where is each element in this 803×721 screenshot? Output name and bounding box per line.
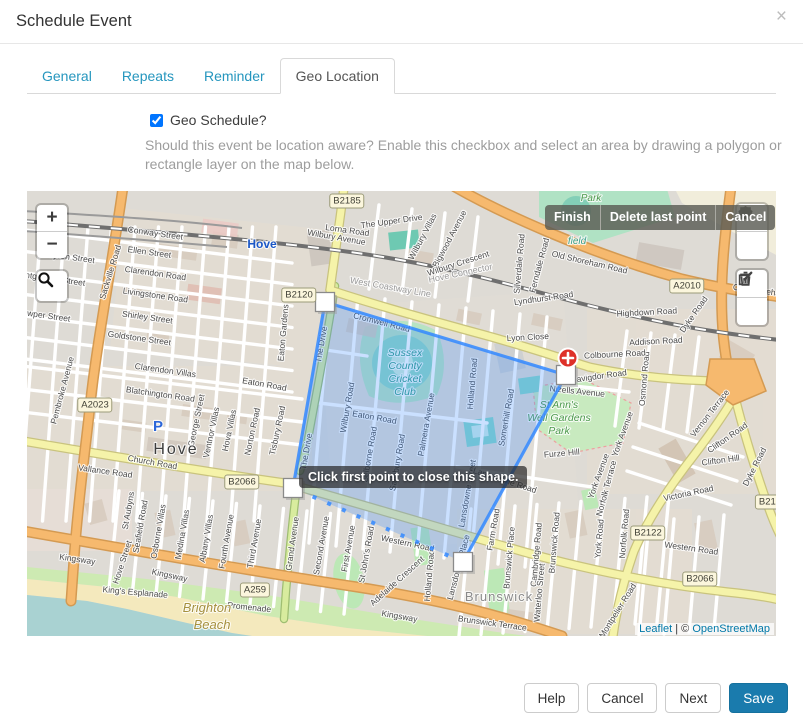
map[interactable]: Conway StreetEllen StreetClarendon RoadL… xyxy=(27,191,776,636)
geo-schedule-checkbox[interactable] xyxy=(150,114,163,127)
map-label: Hove xyxy=(153,441,198,458)
geo-description: Should this event be location aware? Ena… xyxy=(145,136,793,174)
map-canvas[interactable]: Conway StreetEllen StreetClarendon RoadL… xyxy=(27,191,776,636)
search-control xyxy=(37,271,67,301)
help-button[interactable]: Help xyxy=(524,683,580,713)
edit-toolbar xyxy=(737,270,767,325)
road-ref-badge: A2023 xyxy=(77,398,112,413)
vertex-handle[interactable] xyxy=(557,366,579,388)
road-ref-badge: B2066 xyxy=(224,475,259,490)
road-ref-badge: B2122 xyxy=(630,526,665,541)
road-ref-badge: A259 xyxy=(240,583,270,598)
zoom-in-button[interactable]: + xyxy=(37,205,67,231)
action-finish[interactable]: Finish xyxy=(545,205,600,230)
road-ref-badge: B212 xyxy=(755,495,776,510)
tab-reminder[interactable]: Reminder xyxy=(189,59,280,93)
modal-footer: HelpCancel Next Save xyxy=(524,683,788,713)
vertex-handle[interactable] xyxy=(316,293,338,315)
leaflet-link[interactable]: Leaflet xyxy=(639,623,672,635)
draw-tooltip: Click first point to close this shape. xyxy=(299,466,527,488)
map-label: Brunswick xyxy=(465,589,533,604)
tab-repeats[interactable]: Repeats xyxy=(107,59,189,93)
map-label: Beach xyxy=(194,617,231,632)
map-label: P xyxy=(153,418,163,435)
tab-bar: GeneralRepeatsReminderGeo Location xyxy=(27,58,776,94)
search-icon[interactable] xyxy=(37,271,67,301)
zoom-out-button[interactable]: − xyxy=(37,231,67,258)
zoom-control: + − xyxy=(37,205,67,258)
next-button[interactable]: Next xyxy=(665,683,721,713)
save-button[interactable]: Save xyxy=(729,683,788,713)
cancel-button[interactable]: Cancel xyxy=(587,683,657,713)
vertex-handle[interactable] xyxy=(454,553,476,575)
tab-geo-location[interactable]: Geo Location xyxy=(280,58,395,94)
road-ref-badge: B2066 xyxy=(682,572,717,587)
road-ref-badge: A2010 xyxy=(669,279,704,294)
draw-actions-bar: FinishDelete last pointCancel xyxy=(545,205,775,230)
delete-layers-icon[interactable] xyxy=(737,297,767,325)
map-label: field xyxy=(568,236,587,247)
page-title: Schedule Event xyxy=(0,0,803,31)
map-label: Brighton xyxy=(183,600,231,615)
geo-form: Geo Schedule? Should this event be locat… xyxy=(145,112,803,174)
modal-header: Schedule Event × xyxy=(0,0,803,44)
close-icon[interactable]: × xyxy=(776,7,787,26)
road-ref-badge: B2185 xyxy=(329,194,364,209)
map-label: Park xyxy=(581,193,603,204)
action-cancel[interactable]: Cancel xyxy=(715,205,775,230)
schedule-event-modal: { "modal": { "title": "Schedule Event", … xyxy=(0,0,803,721)
action-delete-last-point[interactable]: Delete last point xyxy=(600,205,716,230)
map-label: Hove xyxy=(247,237,277,251)
geo-schedule-label: Geo Schedule? xyxy=(170,112,267,128)
add-marker-icon[interactable] xyxy=(559,349,578,368)
openstreetmap-link[interactable]: OpenStreetMap xyxy=(692,623,770,635)
draw-rectangle-icon[interactable] xyxy=(737,231,767,259)
map-label: Park xyxy=(548,425,570,437)
road-ref-badge: B2120 xyxy=(281,288,316,303)
map-attribution: Leaflet | © OpenStreetMap xyxy=(635,623,774,635)
tab-general[interactable]: General xyxy=(27,59,107,93)
